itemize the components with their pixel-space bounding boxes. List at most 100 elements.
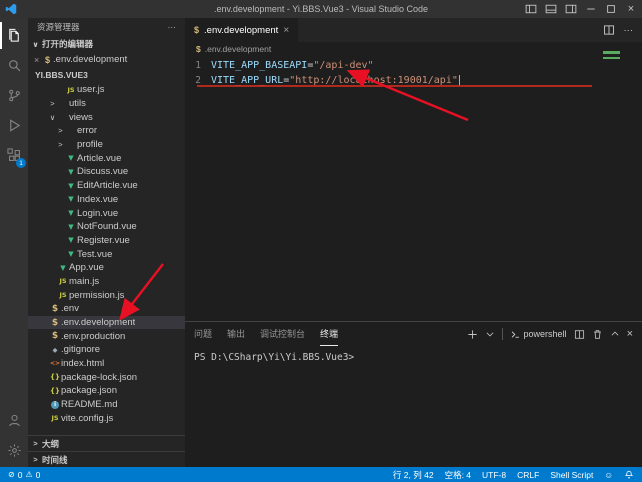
open-editors-header[interactable]: ∨ 打开的编辑器 bbox=[28, 36, 185, 52]
more-actions-icon[interactable]: ··· bbox=[168, 22, 177, 32]
editor-more-actions-icon[interactable]: ··· bbox=[624, 25, 634, 36]
env-file-icon: $ bbox=[45, 55, 50, 65]
tree-item-profile[interactable]: > profile bbox=[28, 138, 185, 152]
project-root-header[interactable]: YI.BBS.VUE3 bbox=[28, 67, 185, 83]
outline-label: 大纲 bbox=[42, 438, 59, 450]
env-file-icon: $ bbox=[194, 25, 199, 35]
encoding-status[interactable]: UTF-8 bbox=[482, 470, 506, 480]
tree-item-package-lock.json[interactable]: {}package-lock.json bbox=[28, 370, 185, 384]
minimize-window-icon[interactable] bbox=[585, 3, 597, 15]
vue-icon: ▼ bbox=[65, 250, 77, 258]
tree-item-Login.vue[interactable]: ▼Login.vue bbox=[28, 206, 185, 220]
tab-label: .env.development bbox=[204, 25, 278, 36]
file-name: .env.development bbox=[61, 317, 135, 328]
file-name: vite.config.js bbox=[61, 413, 113, 424]
extensions-icon[interactable]: 1 bbox=[0, 142, 28, 169]
bottom-panel: 问题输出调试控制台终端 powershell bbox=[185, 321, 642, 467]
code-line-2[interactable]: 2VITE_APP_URL="http://localhost:19001/ap… bbox=[185, 73, 642, 88]
vue-icon: ▼ bbox=[57, 264, 69, 272]
terminal-output[interactable]: PS D:\CSharp\Yi\Yi.BBS.Vue3> bbox=[185, 346, 642, 467]
close-icon[interactable]: × bbox=[34, 55, 42, 65]
file-name: Article.vue bbox=[77, 153, 121, 164]
problems-status[interactable]: ⊘ 0 ⚠ 0 bbox=[8, 470, 40, 480]
status-bar: ⊘ 0 ⚠ 0 行 2, 列 42 空格: 4 UTF-8 CRLF Shell… bbox=[0, 467, 642, 482]
chevron-right-icon[interactable]: > bbox=[56, 126, 65, 135]
tree-item-utils[interactable]: >utils bbox=[28, 97, 185, 111]
title-bar: .env.development - Yi.BBS.Vue3 - Visual … bbox=[0, 0, 642, 18]
tree-item-main.js[interactable]: JSmain.js bbox=[28, 275, 185, 289]
maximize-window-icon[interactable] bbox=[605, 3, 617, 15]
tree-item-Test.vue[interactable]: ▼Test.vue bbox=[28, 247, 185, 261]
explorer-icon[interactable] bbox=[0, 22, 28, 49]
language-mode-status[interactable]: Shell Script bbox=[550, 470, 593, 480]
indentation-status[interactable]: 空格: 4 bbox=[445, 469, 471, 481]
tree-item-Article.vue[interactable]: ▼Article.vue bbox=[28, 151, 185, 165]
close-panel-icon[interactable]: × bbox=[627, 328, 633, 340]
toggle-secondary-sidebar-icon[interactable] bbox=[565, 3, 577, 15]
close-tab-icon[interactable]: × bbox=[283, 25, 289, 36]
tree-item-index.html[interactable]: <>index.html bbox=[28, 357, 185, 371]
toggle-sidebar-icon[interactable] bbox=[525, 3, 537, 15]
tree-item-error[interactable]: >error bbox=[28, 124, 185, 138]
panel-tab-调试控制台[interactable]: 调试控制台 bbox=[260, 322, 305, 346]
tree-item-.gitignore[interactable]: ◆.gitignore bbox=[28, 343, 185, 357]
close-window-icon[interactable]: × bbox=[625, 3, 637, 15]
tree-item-Register.vue[interactable]: ▼Register.vue bbox=[28, 234, 185, 248]
tree-item-EditArticle.vue[interactable]: ▼EditArticle.vue bbox=[28, 179, 185, 193]
tree-item-NotFound.vue[interactable]: ▼NotFound.vue bbox=[28, 220, 185, 234]
outline-section[interactable]: > 大纲 bbox=[28, 435, 185, 451]
open-editor-item[interactable]: × $ .env.development bbox=[28, 52, 185, 67]
tree-item-.env[interactable]: $.env bbox=[28, 302, 185, 316]
settings-gear-icon[interactable] bbox=[0, 437, 28, 464]
chevron-right-icon[interactable]: > bbox=[48, 99, 57, 108]
tree-item-.env.production[interactable]: $.env.production bbox=[28, 329, 185, 343]
eol-status[interactable]: CRLF bbox=[517, 470, 539, 480]
tree-item-README.md[interactable]: iREADME.md bbox=[28, 398, 185, 412]
notifications-bell-icon[interactable] bbox=[624, 470, 634, 480]
tree-item-.env.development[interactable]: $.env.development bbox=[28, 316, 185, 330]
file-name: Register.vue bbox=[77, 235, 130, 246]
run-debug-icon[interactable] bbox=[0, 112, 28, 139]
file-name: Index.vue bbox=[77, 194, 118, 205]
search-icon[interactable] bbox=[0, 52, 28, 79]
panel-tab-问题[interactable]: 问题 bbox=[194, 322, 212, 346]
file-name: .env.production bbox=[61, 331, 125, 342]
tree-item-vite.config.js[interactable]: JSvite.config.js bbox=[28, 412, 185, 426]
new-terminal-icon[interactable] bbox=[467, 329, 478, 340]
timeline-section[interactable]: > 时间线 bbox=[28, 451, 185, 467]
tree-item-views[interactable]: ∨views bbox=[28, 110, 185, 124]
kill-terminal-trash-icon[interactable] bbox=[592, 329, 603, 340]
code-line-1[interactable]: 1VITE_APP_BASEAPI="/api-dev" bbox=[185, 58, 642, 73]
explorer-sidebar: 资源管理器 ··· ∨ 打开的编辑器 × $ .env.development … bbox=[28, 18, 185, 467]
code-editor[interactable]: 1VITE_APP_BASEAPI="/api-dev"2VITE_APP_UR… bbox=[185, 56, 642, 321]
source-control-icon[interactable] bbox=[0, 82, 28, 109]
tree-item-Index.vue[interactable]: ▼Index.vue bbox=[28, 193, 185, 207]
line-number: 1 bbox=[185, 58, 211, 73]
account-icon[interactable] bbox=[0, 407, 28, 434]
panel-tab-终端[interactable]: 终端 bbox=[320, 322, 338, 346]
chevron-down-icon[interactable]: ∨ bbox=[48, 113, 57, 122]
js-icon: JS bbox=[57, 291, 69, 299]
feedback-smiley-icon[interactable]: ☺ bbox=[604, 470, 613, 480]
maximize-panel-chevron-icon[interactable] bbox=[610, 329, 620, 339]
panel-tab-输出[interactable]: 输出 bbox=[227, 322, 245, 346]
breadcrumb[interactable]: $ .env.development bbox=[185, 42, 642, 56]
tree-item-Discuss.vue[interactable]: ▼Discuss.vue bbox=[28, 165, 185, 179]
terminal-dropdown-chevron-icon[interactable] bbox=[485, 329, 495, 339]
warning-icon: ⚠ bbox=[25, 470, 32, 479]
chevron-right-icon[interactable]: > bbox=[56, 140, 65, 149]
file-name: profile bbox=[77, 139, 103, 150]
terminal-instance-powershell[interactable]: powershell bbox=[510, 329, 567, 340]
tree-item-package.json[interactable]: {}package.json bbox=[28, 384, 185, 398]
split-editor-icon[interactable] bbox=[603, 24, 615, 36]
vue-icon: ▼ bbox=[65, 195, 77, 203]
tree-item-App.vue[interactable]: ▼App.vue bbox=[28, 261, 185, 275]
tree-item-user.js[interactable]: JSuser.js bbox=[28, 83, 185, 97]
tab-env-development[interactable]: $ .env.development × bbox=[185, 18, 298, 42]
cursor-position[interactable]: 行 2, 列 42 bbox=[393, 469, 434, 481]
split-terminal-icon[interactable] bbox=[574, 329, 585, 340]
file-name: NotFound.vue bbox=[77, 221, 137, 232]
extensions-badge: 1 bbox=[16, 158, 26, 168]
toggle-panel-icon[interactable] bbox=[545, 3, 557, 15]
tree-item-permission.js[interactable]: JSpermission.js bbox=[28, 288, 185, 302]
